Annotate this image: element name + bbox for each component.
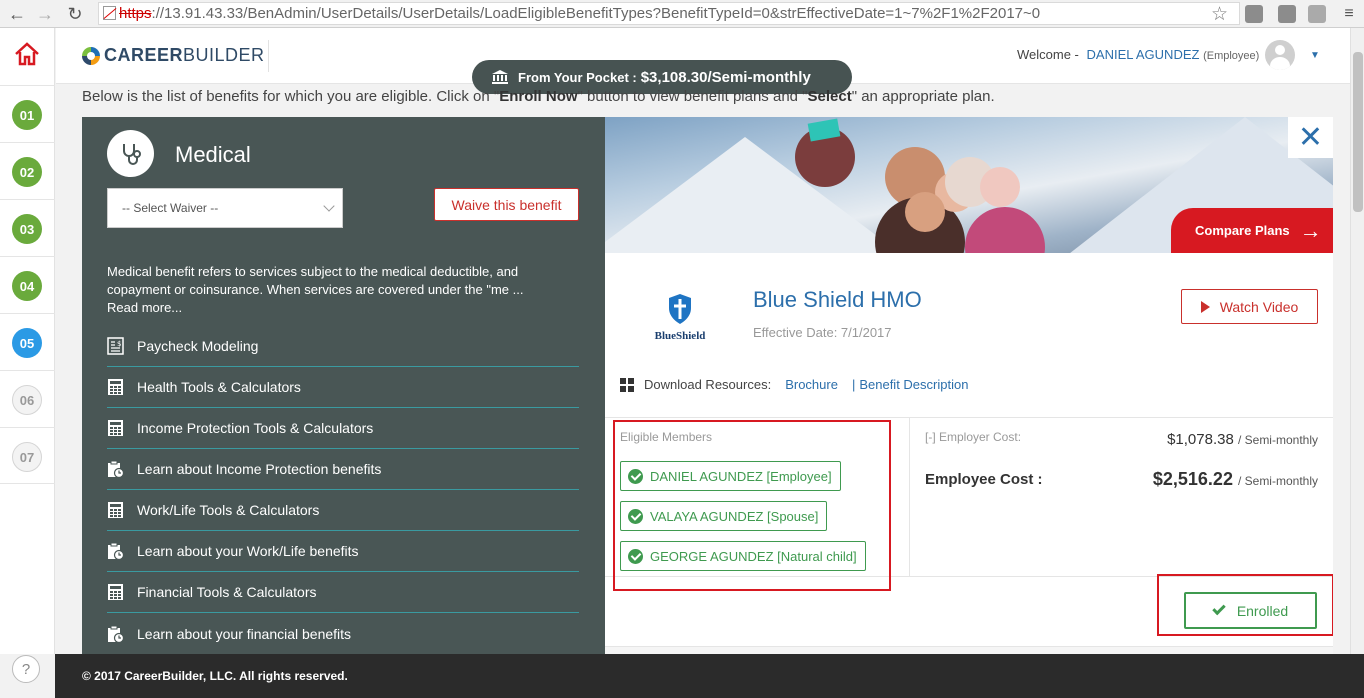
tool-financial-calculators[interactable]: Financial Tools & Calculators [107,572,579,613]
employee-cost-value: $2,516.22 / Semi-monthly [1152,469,1318,489]
calculator-icon [108,502,123,518]
step-rail: 01 02 03 04 05 06 07 [0,28,55,654]
step-06[interactable]: 06 [0,370,55,427]
step-05[interactable]: 05 [0,313,55,370]
waiver-select[interactable]: -- Select Waiver -- [107,188,343,228]
step-number: 04 [12,271,42,301]
benefit-panel: Medical -- Select Waiver -- Waive this b… [82,117,605,654]
pdf-extension-icon[interactable] [1308,5,1326,23]
benefit-description-link[interactable]: Benefit Description [859,377,968,392]
extension-icon[interactable] [1245,5,1263,23]
step-number: 01 [12,100,42,130]
menu-icon[interactable]: ≡ [1338,3,1360,25]
benefit-description: Medical benefit refers to services subje… [107,263,582,317]
bank-icon [492,70,508,84]
home-icon[interactable] [13,40,41,68]
tool-learn-income-protection[interactable]: Learn about Income Protection benefits [107,449,579,490]
back-icon[interactable]: ← [6,3,28,25]
grid-icon [620,377,634,392]
step-07[interactable]: 07 [0,427,55,484]
footer: © 2017 CareerBuilder, LLC. All rights re… [55,654,1364,698]
calculator-icon [108,379,123,395]
blue-shield-logo: BlueShield [649,293,711,342]
user-role: (Employee) [1203,50,1260,62]
tool-work-life-calculators[interactable]: Work/Life Tools & Calculators [107,490,579,531]
plan-panel: ✕ Compare Plans → BlueShield Blue Shield… [605,117,1333,654]
scrollbar-thumb[interactable] [1353,52,1363,212]
bookmark-star-icon[interactable]: ☆ [1211,3,1228,26]
calculator-icon [108,420,123,436]
effective-date: Effective Date: 7/1/2017 [753,325,892,340]
step-02[interactable]: 02 [0,142,55,199]
clipboard-clock-icon [108,542,124,560]
watch-video-button[interactable]: Watch Video [1181,289,1318,324]
tool-health-calculators[interactable]: Health Tools & Calculators [107,367,579,408]
highlight-box [1157,574,1333,636]
step-number: 05 [12,328,42,358]
avatar[interactable] [1265,40,1295,70]
browser-toolbar: ← → ↻ https://13.91.43.33/BenAdmin/UserD… [0,0,1364,28]
read-more-link[interactable]: Read more... [107,299,582,317]
pocket-amount: $3,108.30/Semi-monthly [640,68,811,86]
address-bar[interactable]: https://13.91.43.33/BenAdmin/UserDetails… [98,2,1240,25]
logo-mark-icon [82,46,100,65]
step-01[interactable]: 01 [0,85,55,142]
step-04[interactable]: 04 [0,256,55,313]
url-path: ://13.91.43.33/BenAdmin/UserDetails/User… [151,5,1041,22]
employer-cost-value: $1,078.38 / Semi-monthly [1167,431,1318,448]
reload-icon[interactable]: ↻ [64,3,86,25]
intro-text: Below is the list of benefits for which … [82,88,995,105]
step-number: 06 [12,385,42,415]
welcome-text: Welcome - DANIEL AGUNDEZ (Employee) [1017,47,1260,62]
url-scheme: https [119,5,152,22]
user-name[interactable]: DANIEL AGUNDEZ [1087,47,1200,62]
compare-plans-button[interactable]: Compare Plans → [1171,208,1333,253]
brochure-link[interactable]: Brochure [785,377,838,392]
insecure-icon [103,6,116,20]
stethoscope-icon [107,130,154,177]
step-number: 03 [12,214,42,244]
clipboard-clock-icon [108,460,124,478]
download-resources: Download Resources: Brochure | Benefit D… [620,377,968,392]
page-scrollbar[interactable] [1350,28,1364,654]
calculator-icon [108,584,123,600]
clipboard-clock-icon [108,625,124,643]
highlight-box [613,420,891,591]
close-icon[interactable]: ✕ [1288,117,1333,158]
chevron-down-icon[interactable]: ▼ [1310,50,1320,61]
employer-cost-toggle[interactable]: [-] Employer Cost: [925,430,1021,444]
chevron-down-icon [323,200,335,212]
careerbuilder-logo[interactable]: CAREERBUILDER [82,45,265,66]
forward-icon[interactable]: → [34,3,56,25]
tool-learn-work-life[interactable]: Learn about your Work/Life benefits [107,531,579,572]
benefit-title: Medical [175,142,251,167]
tool-paycheck-modeling[interactable]: $ Paycheck Modeling [107,326,579,367]
step-number: 07 [12,442,42,472]
help-button[interactable]: ? [12,655,40,683]
extension-icon[interactable] [1278,5,1296,23]
tool-income-protection-calculators[interactable]: Income Protection Tools & Calculators [107,408,579,449]
step-number: 02 [12,157,42,187]
plan-name[interactable]: Blue Shield HMO [753,287,922,313]
svg-text:$: $ [117,340,121,348]
step-03[interactable]: 03 [0,199,55,256]
shield-icon [669,294,691,324]
employee-cost-label: Employee Cost : [925,471,1043,488]
play-icon [1200,300,1210,313]
paycheck-icon: $ [107,337,124,355]
tool-learn-financial[interactable]: Learn about your financial benefits [107,613,579,654]
arrow-right-icon: → [1299,217,1322,243]
waive-benefit-button[interactable]: Waive this benefit [434,188,579,221]
